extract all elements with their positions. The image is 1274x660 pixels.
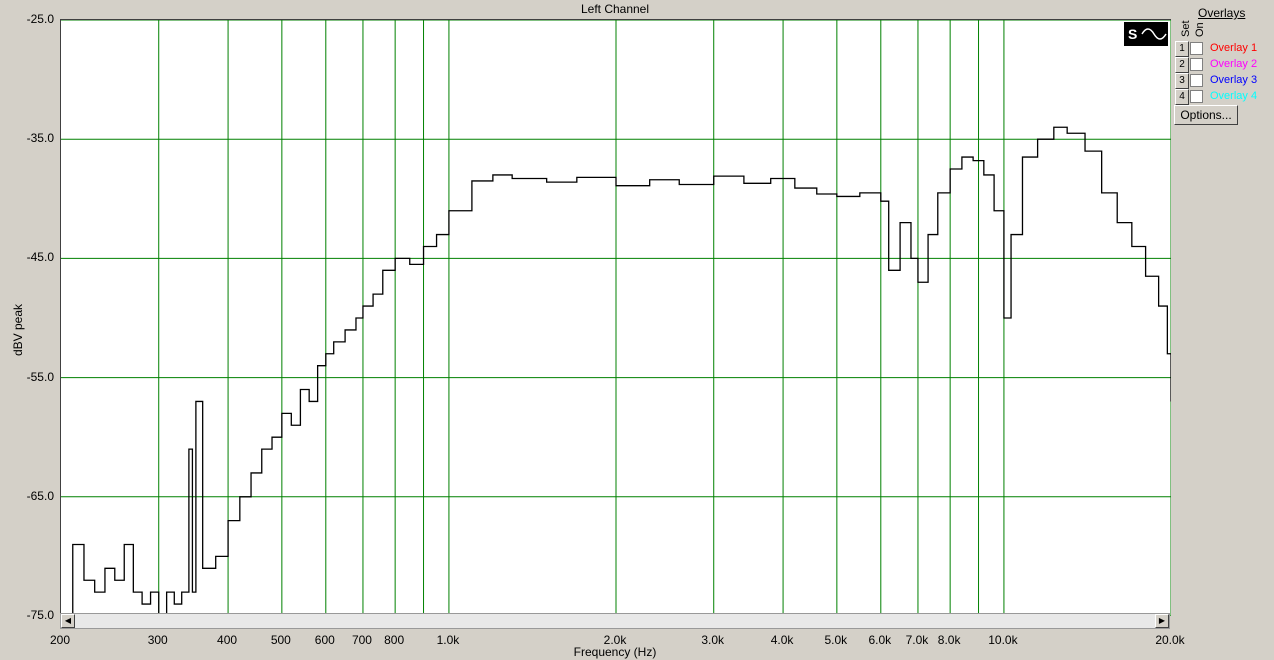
set-column-label: Set	[1180, 20, 1192, 37]
overlay-on-checkbox[interactable]	[1190, 90, 1203, 103]
overlay-on-checkbox[interactable]	[1190, 58, 1203, 71]
plot-area	[60, 19, 1172, 617]
overlay-label: Overlay 2	[1210, 58, 1258, 70]
overlay-set-button[interactable]: 4	[1175, 89, 1189, 105]
app-logo-icon: S	[1124, 22, 1168, 46]
overlay-on-checkbox[interactable]	[1190, 42, 1203, 55]
chart-title: Left Channel	[580, 2, 650, 16]
overlay-label: Overlay 4	[1210, 90, 1258, 102]
chart-svg	[61, 19, 1172, 617]
svg-text:S: S	[1128, 26, 1137, 42]
on-column-label: On	[1194, 22, 1206, 37]
y-tick-label: -55.0	[26, 369, 54, 384]
overlays-title: Overlays	[1198, 6, 1246, 20]
overlay-set-button[interactable]: 3	[1175, 73, 1189, 89]
overlay-set-button[interactable]: 2	[1175, 57, 1189, 73]
scroll-right-button[interactable]: ▶	[1155, 614, 1169, 628]
overlays-panel: Overlays Set On 1 Overlay 1 2 Overlay 2 3 Ove…	[1172, 0, 1274, 660]
overlay-on-checkbox[interactable]	[1190, 74, 1203, 87]
y-tick-label: -25.0	[26, 12, 54, 26]
y-tick-label: -65.0	[26, 488, 54, 503]
y-axis-label: dBV peak	[11, 303, 25, 357]
overlay-label: Overlay 3	[1210, 74, 1258, 86]
x-axis-label: Frequency (Hz)	[573, 645, 657, 659]
horizontal-scrollbar[interactable]: ◀ ▶	[60, 613, 1170, 629]
scroll-left-button[interactable]: ◀	[61, 614, 75, 628]
overlay-set-button[interactable]: 1	[1175, 41, 1189, 57]
y-tick-label: -45.0	[26, 250, 54, 265]
options-button[interactable]: Options...	[1174, 105, 1238, 125]
y-tick-label: -35.0	[26, 131, 54, 146]
y-tick-label: -75.0	[26, 608, 54, 622]
overlay-label: Overlay 1	[1210, 42, 1258, 54]
